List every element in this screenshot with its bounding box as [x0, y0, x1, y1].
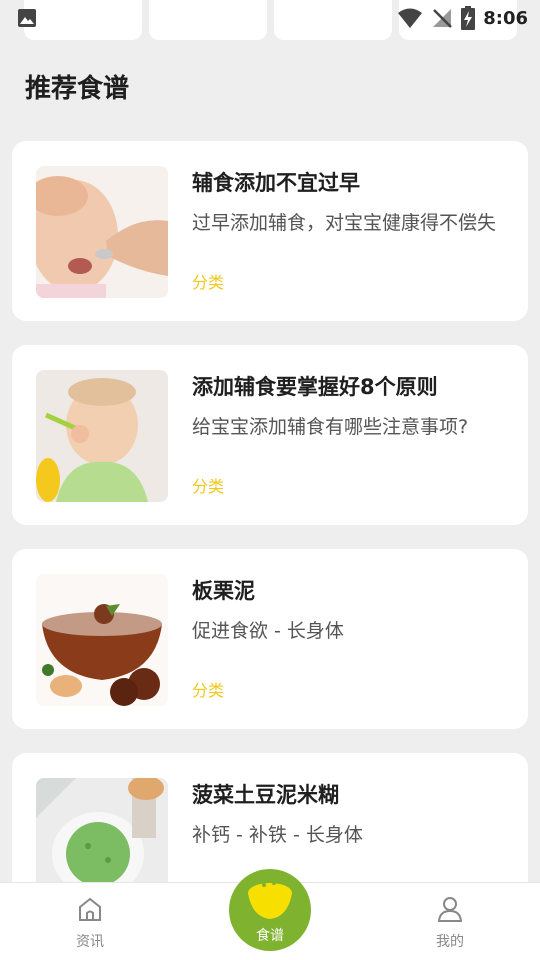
user-icon: [437, 897, 463, 922]
recipe-category-tag[interactable]: 分类: [192, 677, 224, 701]
battery-charging-icon: [461, 6, 476, 30]
recipe-image-chestnut-puree: [36, 574, 168, 706]
nav-item-news[interactable]: 资讯: [50, 895, 130, 951]
recipe-image-baby-eating: [36, 370, 168, 502]
recipe-category-tag[interactable]: 分类: [192, 269, 224, 293]
recipe-description: 给宝宝添加辅食有哪些注意事项?: [192, 416, 469, 438]
recipe-card[interactable]: 板栗泥 促进食欲 - 长身体 分类: [12, 549, 528, 729]
recipe-description: 促进食欲 - 长身体: [192, 620, 344, 642]
no-signal-icon: [433, 9, 453, 28]
rice-bowl-icon: [248, 881, 292, 919]
recipe-card[interactable]: 添加辅食要掌握好8个原则 给宝宝添加辅食有哪些注意事项? 分类: [12, 345, 528, 525]
nav-label-recipes: 食谱: [256, 928, 284, 944]
recipe-image-baby-spoon: [36, 166, 168, 298]
nav-label-mine: 我的: [436, 934, 464, 950]
section-title: 推荐食谱: [25, 74, 130, 104]
status-time: 8:06: [483, 7, 528, 29]
wifi-icon: [398, 8, 423, 28]
nav-item-mine[interactable]: 我的: [410, 895, 490, 951]
recipe-title: 辅食添加不宜过早: [192, 171, 360, 195]
recipe-list: 辅食添加不宜过早 过早添加辅食，对宝宝健康得不偿失 分类 添加辅食要掌握好8个原…: [12, 141, 528, 957]
recipe-card[interactable]: 辅食添加不宜过早 过早添加辅食，对宝宝健康得不偿失 分类: [12, 141, 528, 321]
recipe-description: 过早添加辅食，对宝宝健康得不偿失: [192, 212, 497, 234]
status-icons: 8:06: [397, 5, 528, 31]
recipe-title: 菠菜土豆泥米糊: [192, 783, 339, 807]
home-icon: [79, 897, 101, 921]
nav-item-recipes[interactable]: 食谱: [229, 869, 311, 951]
recipe-category-tag[interactable]: 分类: [192, 473, 224, 497]
image-icon: [18, 9, 36, 27]
recipe-title: 添加辅食要掌握好8个原则: [192, 375, 438, 399]
nav-label-news: 资讯: [76, 934, 104, 950]
status-bar: 8:06: [0, 0, 540, 36]
recipe-title: 板栗泥: [192, 579, 255, 603]
recipe-description: 补钙 - 补铁 - 长身体: [192, 824, 363, 846]
